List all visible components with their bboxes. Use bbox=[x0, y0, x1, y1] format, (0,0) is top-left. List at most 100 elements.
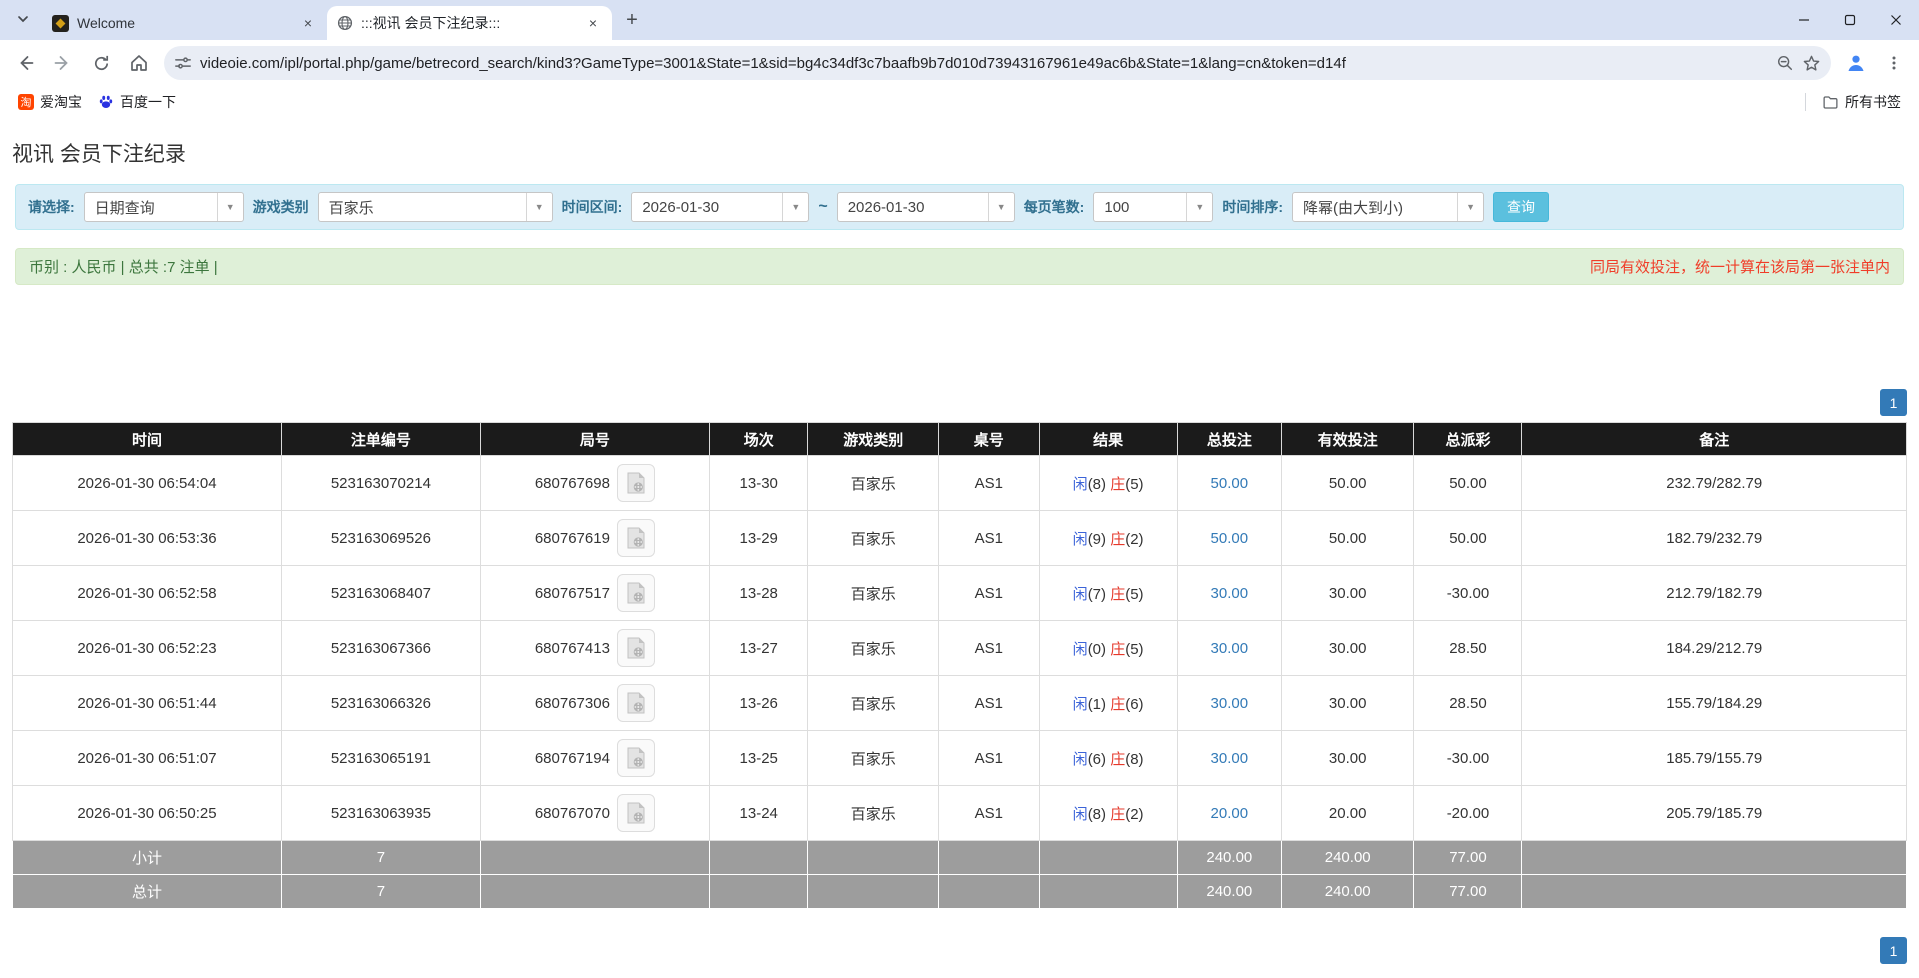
subtotal-label: 小计 bbox=[13, 841, 282, 875]
empty-cell bbox=[709, 875, 807, 909]
date-range-label: 时间区间: bbox=[562, 197, 623, 217]
query-type-select[interactable]: 日期查询 ▼ bbox=[84, 192, 244, 222]
video-replay-button[interactable] bbox=[617, 519, 655, 557]
page-1-button[interactable]: 1 bbox=[1880, 389, 1907, 416]
game-type-select[interactable]: 百家乐 ▼ bbox=[318, 192, 553, 222]
menu-icon[interactable] bbox=[1877, 46, 1911, 80]
cell-note: 212.79/182.79 bbox=[1522, 566, 1907, 621]
cell-round: 680767070 bbox=[480, 786, 709, 841]
total-bet-link[interactable]: 30.00 bbox=[1211, 750, 1249, 767]
back-button[interactable] bbox=[8, 46, 42, 80]
site-settings-icon[interactable] bbox=[174, 54, 192, 72]
home-button[interactable] bbox=[122, 46, 156, 80]
cell-note: 205.79/185.79 bbox=[1522, 786, 1907, 841]
date-to-select[interactable]: 2026-01-30 ▼ bbox=[837, 192, 1015, 222]
cell-total-bet: 20.00 bbox=[1177, 786, 1281, 841]
empty-cell bbox=[939, 841, 1039, 875]
browser-toolbar: videoie.com/ipl/portal.php/game/betrecor… bbox=[0, 40, 1919, 86]
video-replay-button[interactable] bbox=[617, 684, 655, 722]
query-button[interactable]: 查询 bbox=[1493, 192, 1549, 222]
chevron-down-icon[interactable]: ▼ bbox=[988, 193, 1014, 221]
table-row: 2026-01-30 06:51:07523163065191680767194… bbox=[13, 731, 1907, 786]
forward-button[interactable] bbox=[46, 46, 80, 80]
cell-round: 680767619 bbox=[480, 511, 709, 566]
cell-table: AS1 bbox=[939, 621, 1039, 676]
header-game: 游戏类别 bbox=[808, 423, 939, 456]
notice-text: 同局有效投注，统一计算在该局第一张注单内 bbox=[1590, 256, 1890, 277]
close-icon[interactable]: × bbox=[584, 14, 602, 32]
cell-game: 百家乐 bbox=[808, 456, 939, 511]
table-row: 2026-01-30 06:50:25523163063935680767070… bbox=[13, 786, 1907, 841]
subtotal-valid-bet: 240.00 bbox=[1281, 841, 1414, 875]
empty-cell bbox=[808, 841, 939, 875]
video-replay-button[interactable] bbox=[617, 464, 655, 502]
film-icon bbox=[626, 692, 646, 714]
query-type-value: 日期查询 bbox=[85, 197, 217, 218]
video-replay-button[interactable] bbox=[617, 629, 655, 667]
empty-cell bbox=[1039, 875, 1177, 909]
cell-session: 13-24 bbox=[709, 786, 807, 841]
tab-welcome[interactable]: Welcome × bbox=[42, 6, 327, 40]
chevron-down-icon[interactable]: ▼ bbox=[1457, 193, 1483, 221]
subtotal-row: 小计 7 240.00 240.00 77.00 bbox=[13, 841, 1907, 875]
chevron-down-icon[interactable]: ▼ bbox=[526, 193, 552, 221]
chevron-down-icon[interactable]: ▼ bbox=[217, 193, 243, 221]
cell-table: AS1 bbox=[939, 676, 1039, 731]
total-bet-link[interactable]: 20.00 bbox=[1211, 805, 1249, 822]
total-payout: 77.00 bbox=[1414, 875, 1522, 909]
chevron-down-icon bbox=[16, 12, 30, 29]
video-replay-button[interactable] bbox=[617, 739, 655, 777]
cell-total-bet: 50.00 bbox=[1177, 456, 1281, 511]
sort-select[interactable]: 降幂(由大到小) ▼ bbox=[1292, 192, 1484, 222]
new-tab-button[interactable]: + bbox=[618, 6, 646, 34]
cell-bet-id: 523163070214 bbox=[281, 456, 480, 511]
cell-bet-id: 523163069526 bbox=[281, 511, 480, 566]
total-bet-link[interactable]: 50.00 bbox=[1211, 530, 1249, 547]
select-label: 请选择: bbox=[28, 197, 75, 217]
chevron-down-icon[interactable]: ▼ bbox=[1186, 193, 1212, 221]
cell-note: 182.79/232.79 bbox=[1522, 511, 1907, 566]
tab-bet-record[interactable]: :::视讯 会员下注纪录::: × bbox=[327, 6, 612, 40]
total-total-bet: 240.00 bbox=[1177, 875, 1281, 909]
table-header-row: 时间 注单编号 局号 场次 游戏类别 桌号 结果 总投注 有效投注 总派彩 备注 bbox=[13, 423, 1907, 456]
page-1-button[interactable]: 1 bbox=[1880, 937, 1907, 964]
profile-avatar[interactable] bbox=[1839, 46, 1873, 80]
cell-payout: 28.50 bbox=[1414, 621, 1522, 676]
baidu-paw-icon bbox=[98, 94, 114, 110]
chevron-down-icon[interactable]: ▼ bbox=[782, 193, 808, 221]
bookmark-star-icon[interactable] bbox=[1802, 54, 1821, 73]
address-bar[interactable]: videoie.com/ipl/portal.php/game/betrecor… bbox=[164, 46, 1831, 80]
table-row: 2026-01-30 06:52:23523163067366680767413… bbox=[13, 621, 1907, 676]
all-bookmarks-button[interactable]: 所有书签 bbox=[1814, 89, 1909, 115]
cell-valid-bet: 30.00 bbox=[1281, 676, 1414, 731]
zoom-icon[interactable] bbox=[1776, 54, 1794, 72]
minimize-button[interactable] bbox=[1781, 0, 1827, 40]
url-text[interactable]: videoie.com/ipl/portal.php/game/betrecor… bbox=[200, 55, 1768, 72]
reload-button[interactable] bbox=[84, 46, 118, 80]
cell-result: 闲(8) 庄(5) bbox=[1039, 456, 1177, 511]
cell-table: AS1 bbox=[939, 456, 1039, 511]
bookmark-taobao[interactable]: 淘 爱淘宝 bbox=[10, 89, 90, 115]
close-icon[interactable]: × bbox=[299, 14, 317, 32]
video-replay-button[interactable] bbox=[617, 574, 655, 612]
video-replay-button[interactable] bbox=[617, 794, 655, 832]
total-bet-link[interactable]: 30.00 bbox=[1211, 585, 1249, 602]
total-bet-link[interactable]: 30.00 bbox=[1211, 695, 1249, 712]
cell-result: 闲(1) 庄(6) bbox=[1039, 676, 1177, 731]
cell-session: 13-27 bbox=[709, 621, 807, 676]
welcome-favicon bbox=[52, 15, 69, 32]
total-bet-link[interactable]: 50.00 bbox=[1211, 475, 1249, 492]
tab-search-button[interactable] bbox=[8, 5, 38, 35]
cell-total-bet: 30.00 bbox=[1177, 676, 1281, 731]
total-bet-link[interactable]: 30.00 bbox=[1211, 640, 1249, 657]
page-title: 视讯 会员下注纪录 bbox=[12, 138, 1907, 168]
maximize-button[interactable] bbox=[1827, 0, 1873, 40]
close-window-button[interactable] bbox=[1873, 0, 1919, 40]
bet-records-table: 时间 注单编号 局号 场次 游戏类别 桌号 结果 总投注 有效投注 总派彩 备注… bbox=[12, 422, 1907, 909]
bookmark-baidu[interactable]: 百度一下 bbox=[90, 89, 184, 115]
pagination-top: 1 bbox=[12, 389, 1907, 416]
per-page-select[interactable]: 100 ▼ bbox=[1093, 192, 1213, 222]
cell-time: 2026-01-30 06:51:07 bbox=[13, 731, 282, 786]
folder-icon bbox=[1822, 94, 1839, 111]
date-from-select[interactable]: 2026-01-30 ▼ bbox=[631, 192, 809, 222]
